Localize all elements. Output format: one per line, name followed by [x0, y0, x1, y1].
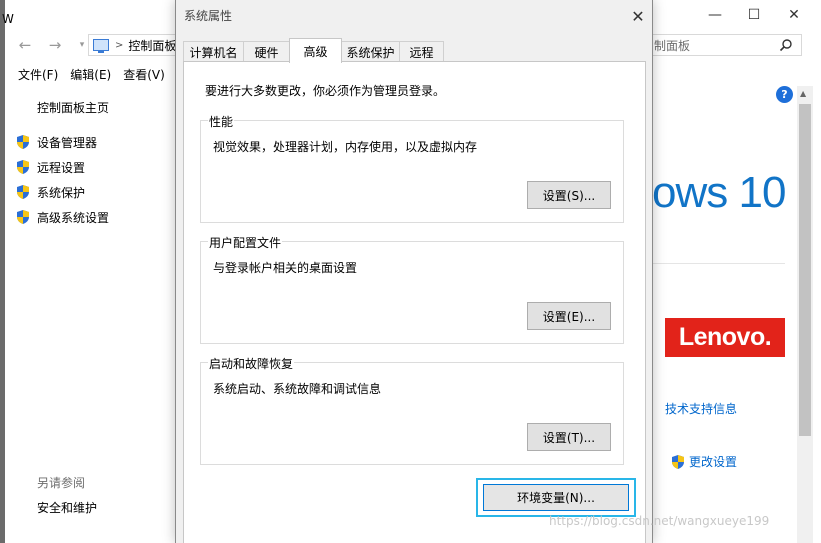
search-input[interactable]: 制面板	[652, 34, 802, 56]
uac-shield-icon	[17, 210, 29, 224]
scrollbar-thumb[interactable]	[799, 104, 811, 436]
advanced-system-settings-label: 高级系统设置	[37, 210, 110, 225]
menu-view[interactable]: 查看(V)	[123, 62, 165, 86]
advanced-system-settings-link[interactable]: 高级系统设置	[15, 207, 109, 227]
system-protection-label: 系统保护	[37, 185, 86, 200]
tab-system-protection[interactable]: 系统保护	[341, 41, 400, 62]
tech-support-link[interactable]: 技术支持信息	[665, 400, 737, 417]
tab-advanced[interactable]: 高级	[289, 38, 342, 63]
windows-edition-logo: ows 10	[652, 168, 786, 217]
device-manager-label: 设备管理器	[37, 135, 98, 150]
performance-group-title: 性能	[208, 113, 235, 130]
environment-variables-button[interactable]: 环境变量(N)...	[483, 484, 629, 511]
system-protection-link[interactable]: 系统保护	[15, 182, 85, 202]
security-maintenance-link[interactable]: 安全和维护	[37, 499, 97, 516]
uac-shield-icon	[17, 185, 29, 199]
uac-shield-icon	[672, 454, 684, 469]
env-button-highlight: 环境变量(N)...	[476, 478, 636, 517]
watermark-text: https://blog.csdn.net/wangxueye199	[549, 514, 770, 528]
user-profiles-description: 与登录帐户相关的桌面设置	[213, 261, 358, 275]
performance-description: 视觉效果，处理器计划，内存使用，以及虚拟内存	[213, 140, 478, 154]
startup-recovery-group: 启动和故障恢复 系统启动、系统故障和调试信息 设置(T)...	[200, 355, 624, 465]
performance-settings-button[interactable]: 设置(S)...	[527, 181, 611, 209]
close-button[interactable]: ✕	[776, 0, 812, 30]
change-settings-link[interactable]: 更改设置	[670, 453, 737, 470]
device-manager-link[interactable]: 设备管理器	[15, 132, 97, 152]
dialog-title: 系统属性	[184, 9, 233, 23]
breadcrumb-chevron-icon[interactable]: >	[115, 40, 123, 51]
system-info-pane: ? ows 10 Lenovo. 技术支持信息 更改设置	[652, 86, 800, 543]
uac-shield-icon	[17, 135, 29, 149]
back-arrow-icon[interactable]: ←	[15, 36, 35, 54]
address-bar[interactable]: > 控制面板	[88, 34, 184, 56]
divider	[652, 263, 785, 264]
control-panel-home-link[interactable]: 控制面板主页	[37, 99, 109, 116]
advanced-tab-panel: 要进行大多数更改，你必须作为管理员登录。 性能 视觉效果，处理器计划，内存使用，…	[183, 61, 646, 543]
remote-settings-label: 远程设置	[37, 160, 86, 175]
startup-recovery-group-title: 启动和故障恢复	[208, 355, 295, 372]
dialog-close-button[interactable]: ✕	[628, 6, 648, 26]
oem-logo: Lenovo.	[665, 318, 785, 357]
user-profiles-group: 用户配置文件 与登录帐户相关的桌面设置 设置(E)...	[200, 234, 624, 344]
breadcrumb-control-panel[interactable]: 控制面板	[128, 37, 176, 54]
search-placeholder: 制面板	[654, 38, 691, 53]
user-profiles-settings-button[interactable]: 设置(E)...	[527, 302, 611, 330]
menu-file[interactable]: 文件(F)	[18, 62, 58, 86]
admin-notice: 要进行大多数更改，你必须作为管理员登录。	[205, 84, 446, 98]
change-settings-label: 更改设置	[689, 455, 738, 469]
performance-group: 性能 视觉效果，处理器计划，内存使用，以及虚拟内存 设置(S)...	[200, 113, 624, 223]
forward-arrow-icon[interactable]: →	[45, 36, 65, 54]
tab-computer-name[interactable]: 计算机名	[183, 41, 244, 62]
startup-recovery-description: 系统启动、系统故障和调试信息	[213, 382, 382, 396]
help-icon[interactable]: ?	[776, 86, 793, 103]
maximize-button[interactable]: ☐	[736, 0, 772, 30]
tab-remote[interactable]: 远程	[399, 41, 444, 62]
system-properties-dialog: 系统属性 ✕ 计算机名 硬件 高级 系统保护 远程 要进行大多数更改，你必须作为…	[175, 0, 653, 543]
minimize-button[interactable]: —	[697, 0, 733, 30]
menu-bar: 文件(F) 编辑(E) 查看(V)	[0, 62, 165, 86]
vertical-scrollbar[interactable]: ▲	[797, 86, 813, 543]
tab-hardware[interactable]: 硬件	[243, 41, 290, 62]
background-window-edge	[0, 0, 5, 543]
search-icon[interactable]	[779, 38, 793, 52]
uac-shield-icon	[17, 160, 29, 174]
remote-settings-link[interactable]: 远程设置	[15, 157, 85, 177]
user-profiles-group-title: 用户配置文件	[208, 234, 283, 251]
scroll-up-icon[interactable]: ▲	[800, 89, 806, 98]
see-also-heading: 另请参阅	[37, 476, 86, 490]
menu-edit[interactable]: 编辑(E)	[70, 62, 111, 86]
computer-icon	[93, 39, 109, 53]
startup-recovery-settings-button[interactable]: 设置(T)...	[527, 423, 611, 451]
left-nav-pane: 控制面板主页 设备管理器 远程设置 系统保护 高级系统设置 另请参阅 安全和维护	[0, 88, 175, 543]
